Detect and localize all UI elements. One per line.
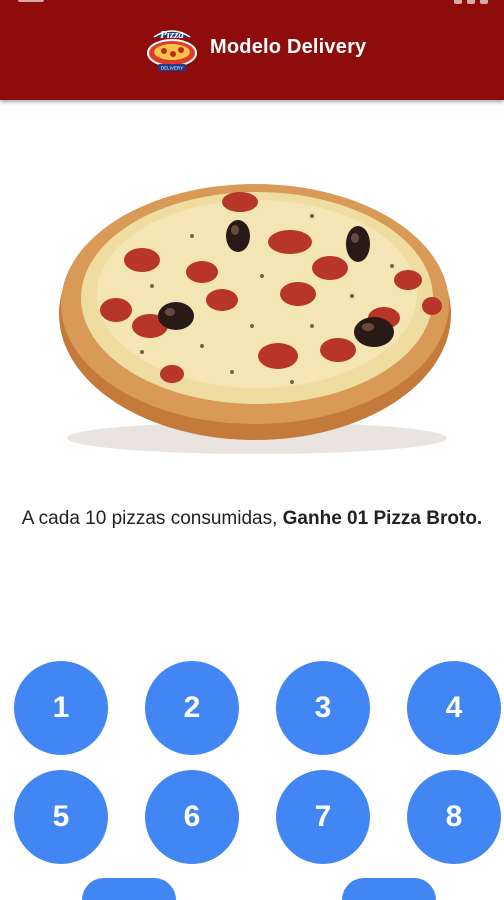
stamp-9[interactable] bbox=[82, 878, 176, 900]
logo-subtext: DELIVERY bbox=[161, 66, 183, 71]
logo-text: Pizza bbox=[160, 29, 184, 41]
stamp-7[interactable]: 7 bbox=[276, 770, 370, 864]
app-title: Modelo Delivery bbox=[210, 36, 367, 58]
stamp-4[interactable]: 4 bbox=[407, 661, 501, 755]
status-icon bbox=[467, 0, 475, 4]
stamp-1[interactable]: 1 bbox=[14, 661, 108, 755]
menu-icon[interactable] bbox=[18, 0, 44, 2]
promo-text: A cada 10 pizzas consumidas, Ganhe 01 Pi… bbox=[20, 505, 484, 533]
stamp-6[interactable]: 6 bbox=[145, 770, 239, 864]
promo-text-regular: A cada 10 pizzas consumidas, bbox=[21, 508, 283, 529]
app-bar: Pizza DELIVERY Modelo Delivery bbox=[0, 0, 504, 100]
stamp-2[interactable]: 2 bbox=[145, 661, 239, 755]
pizza-logo: Pizza DELIVERY bbox=[147, 29, 197, 71]
status-icon bbox=[480, 0, 488, 4]
status-icons bbox=[454, 0, 494, 4]
stamp-8[interactable]: 8 bbox=[407, 770, 501, 864]
pizza-image bbox=[52, 176, 462, 466]
stamp-5[interactable]: 5 bbox=[14, 770, 108, 864]
status-icon bbox=[454, 0, 462, 4]
promo-text-bold: Ganhe 01 Pizza Broto. bbox=[282, 508, 483, 529]
stamp-3[interactable]: 3 bbox=[276, 661, 370, 755]
stamp-10[interactable] bbox=[342, 878, 436, 900]
